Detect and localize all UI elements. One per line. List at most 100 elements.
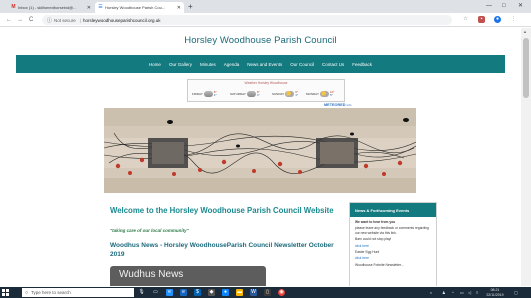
close-tab-icon[interactable]: ✕ (177, 5, 181, 11)
tab-inbox[interactable]: M Inbox (1) - skillsmedhorseind@... ✕ (8, 2, 94, 13)
people-icon[interactable]: ♟ (442, 288, 446, 297)
newsletter-heading[interactable]: Woodhus News - Horsley WoodhouseParish C… (110, 242, 335, 259)
tab-title: Inbox (1) - skillsmedhorseind@... (18, 5, 77, 10)
clock-date: 22/11/2019 (486, 292, 504, 297)
microphone-icon[interactable]: 🎙 (138, 289, 145, 296)
browser-tab-bar: M Inbox (1) - skillsmedhorseind@... ✕ ☰ … (0, 0, 531, 13)
store-icon[interactable]: ◆ (208, 289, 215, 296)
weather-day: SATURDAY 8° 4° (230, 88, 260, 100)
day-name: SUNDAY (272, 92, 285, 96)
nav-minutes[interactable]: Minutes (200, 62, 216, 67)
banner-image (104, 108, 416, 193)
weather-widget[interactable]: Weather Horsley Woodhouse FRIDAY 8° 4° SA… (187, 79, 345, 102)
close-tab-icon[interactable]: ✕ (87, 5, 91, 11)
temp-low: 1° (295, 93, 299, 97)
weather-day: FRIDAY 8° 4° (192, 88, 217, 100)
word-icon[interactable]: W (250, 289, 257, 296)
day-name: FRIDAY (192, 92, 203, 96)
day-name: MONDAY (306, 92, 319, 96)
temp-low: 4° (213, 93, 217, 97)
panel-line: Easter Egg Hunt (355, 250, 380, 255)
security-label: Not secure (54, 17, 76, 23)
motto-text: "taking care of our local community" (110, 228, 189, 233)
nav-feedback[interactable]: Feedback (352, 62, 372, 67)
nav-our-council[interactable]: Our Council (290, 62, 314, 67)
separator: | (79, 17, 81, 23)
weather-day: SUNDAY 6° 1° (272, 88, 298, 100)
panel-line: please leave any feedback or comments re… (355, 226, 429, 235)
nav-gallery[interactable]: Our Gallery (169, 62, 192, 67)
ie-icon[interactable]: e (180, 289, 187, 296)
panel-title: News & Forthcoming Events (350, 203, 436, 217)
meteored-link[interactable]: METEORED info (324, 103, 351, 107)
info-icon[interactable]: ⓘ (47, 17, 52, 24)
file-explorer-icon[interactable]: ▬ (236, 289, 243, 296)
forward-button[interactable]: → (17, 16, 23, 24)
search-placeholder: Type here to search (31, 290, 71, 295)
taskbar-search[interactable]: ○ Type here to search (22, 288, 134, 297)
site-nav: Home Our Gallery Minutes Agenda News and… (16, 55, 505, 73)
news-events-panel: News & Forthcoming Events We want to hea… (349, 202, 437, 286)
click-here-link[interactable]: click here (355, 244, 431, 248)
barbed-wire-sculpture-image (104, 108, 416, 193)
weather-day: MONDAY 10° 5° (306, 88, 335, 100)
web-page: Horsley Woodhouse Parish Council Home Ou… (0, 28, 521, 286)
star-icon[interactable]: ☆ (462, 16, 469, 23)
vertical-scrollbar[interactable]: ▲ (521, 28, 531, 286)
system-clock[interactable]: 08:21 22/11/2019 (483, 288, 507, 297)
day-name: SATURDAY (230, 92, 246, 96)
sun-cloud-icon (285, 91, 295, 97)
site-title: Horsley Woodhouse Parish Council (184, 35, 337, 46)
address-bar[interactable]: ⓘ Not secure | horsleywoodhouseparishcou… (42, 15, 452, 25)
nav-news-events[interactable]: News and Events (247, 62, 282, 67)
nav-contact[interactable]: Contact Us (322, 62, 344, 67)
click-here-link[interactable]: click here (355, 256, 431, 260)
scrollbar-thumb[interactable] (523, 38, 529, 98)
welcome-heading: Welcome to the Horsley Woodhouse Parish … (110, 206, 334, 215)
edge-icon[interactable]: e (166, 289, 173, 296)
notifications-icon[interactable]: ▢ (514, 288, 518, 297)
address-toolbar: ← → C ⓘ Not secure | horsleywoodhousepar… (0, 13, 531, 27)
temp-low: 5° (329, 93, 333, 97)
scroll-up-icon[interactable]: ▲ (523, 29, 527, 34)
chevron-up-icon[interactable]: ^ (452, 288, 454, 297)
close-window-button[interactable]: ✕ (518, 2, 523, 10)
nav-home[interactable]: Home (149, 62, 161, 67)
reload-button[interactable]: C (29, 16, 33, 24)
url-text: horsleywoodhouseparishcouncil.org.uk (82, 17, 161, 23)
menu-icon[interactable]: ⋮ (510, 16, 517, 23)
cloud-icon (246, 91, 256, 97)
panel-line: Barn could not stop play! (355, 237, 392, 242)
temp-low: 4° (256, 93, 260, 97)
tab-parish-council[interactable]: ☰ Horsley Woodhouse Parish Cou... ✕ (95, 2, 184, 13)
cloud-icon (203, 91, 213, 97)
profile-avatar[interactable]: ● (494, 16, 501, 23)
volume-icon[interactable]: ◁ (468, 288, 471, 297)
sun-cloud-icon (319, 91, 329, 97)
window-icon[interactable]: ▯ (264, 289, 271, 296)
weather-title: Weather Horsley Woodhouse (244, 81, 288, 85)
extension-icon[interactable]: ▪ (478, 16, 485, 23)
app-icon[interactable]: ● (222, 289, 229, 296)
search-icon: ○ (25, 289, 29, 296)
tab-title: Horsley Woodhouse Parish Cou... (105, 5, 166, 10)
nav-agenda[interactable]: Agenda (224, 62, 240, 67)
task-view-icon[interactable]: ▭ (152, 289, 159, 296)
panel-line: We want to hear from you (355, 220, 396, 224)
gmail-icon: M (11, 4, 16, 10)
panel-line: Woodhouse Fortnite Newsletter... (355, 262, 404, 267)
chrome-icon[interactable]: ◉ (278, 289, 285, 296)
maximize-button[interactable]: □ (502, 2, 506, 10)
dollar-app-icon[interactable]: $ (194, 289, 201, 296)
taskbar: ○ Type here to search 🎙 ▭ e e $ ◆ ● ▬ W … (0, 287, 531, 298)
new-tab-button[interactable]: + (188, 2, 193, 12)
windows-start-icon[interactable] (2, 289, 9, 296)
newsletter-image-title: Wudhus News (119, 269, 184, 280)
site-icon: ☰ (98, 4, 103, 10)
tray-app-icon[interactable]: ◐ (430, 288, 432, 297)
network-icon[interactable]: ▭ (460, 288, 464, 297)
language-icon[interactable]: ≡ (476, 288, 478, 297)
back-button[interactable]: ← (6, 16, 12, 24)
newsletter-image[interactable]: Wudhus News (110, 266, 266, 286)
minimize-button[interactable]: — (486, 2, 492, 10)
